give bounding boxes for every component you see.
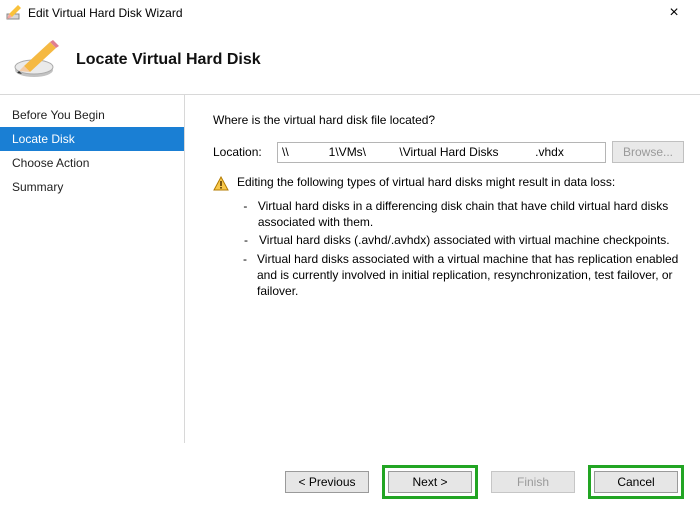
previous-button[interactable]: < Previous: [285, 471, 369, 493]
wizard-footer: < Previous Next > Finish Cancel: [0, 443, 700, 521]
sidebar-item-before-you-begin[interactable]: Before You Begin: [0, 103, 184, 127]
sidebar-item-summary[interactable]: Summary: [0, 175, 184, 199]
sidebar-item-label: Before You Begin: [12, 108, 105, 122]
prompt-text: Where is the virtual hard disk file loca…: [213, 113, 684, 127]
warning-text: Editing the following types of virtual h…: [237, 175, 615, 191]
list-item: -Virtual hard disks associated with a vi…: [243, 251, 684, 300]
pencil-disk-icon: [12, 40, 60, 80]
wizard-content: Where is the virtual hard disk file loca…: [185, 95, 700, 443]
location-label: Location:: [213, 145, 271, 159]
list-item: -Virtual hard disks in a differencing di…: [243, 198, 684, 230]
sidebar-item-choose-action[interactable]: Choose Action: [0, 151, 184, 175]
bullet-text: Virtual hard disks in a differencing dis…: [258, 198, 684, 230]
location-input[interactable]: [277, 142, 606, 163]
bullet-text: Virtual hard disks (.avhd/.avhdx) associ…: [259, 232, 670, 248]
wizard-header: Locate Virtual Hard Disk: [0, 26, 700, 95]
bullet-text: Virtual hard disks associated with a vir…: [257, 251, 684, 300]
app-icon: [6, 5, 22, 21]
title-bar: Edit Virtual Hard Disk Wizard ×: [0, 0, 700, 26]
browse-button[interactable]: Browse...: [612, 141, 684, 163]
cancel-button[interactable]: Cancel: [594, 471, 678, 493]
sidebar-item-label: Summary: [12, 180, 63, 194]
next-button[interactable]: Next >: [388, 471, 472, 493]
list-item: -Virtual hard disks (.avhd/.avhdx) assoc…: [243, 232, 684, 248]
sidebar-item-locate-disk[interactable]: Locate Disk: [0, 127, 184, 151]
finish-button: Finish: [491, 471, 575, 493]
warning-icon: [213, 176, 229, 192]
close-button[interactable]: ×: [654, 6, 694, 20]
wizard-steps-sidebar: Before You Begin Locate Disk Choose Acti…: [0, 95, 185, 443]
sidebar-item-label: Locate Disk: [12, 132, 75, 146]
page-title: Locate Virtual Hard Disk: [76, 51, 261, 69]
warning-bullets: -Virtual hard disks in a differencing di…: [213, 198, 684, 299]
sidebar-item-label: Choose Action: [12, 156, 89, 170]
window-title: Edit Virtual Hard Disk Wizard: [28, 6, 654, 20]
